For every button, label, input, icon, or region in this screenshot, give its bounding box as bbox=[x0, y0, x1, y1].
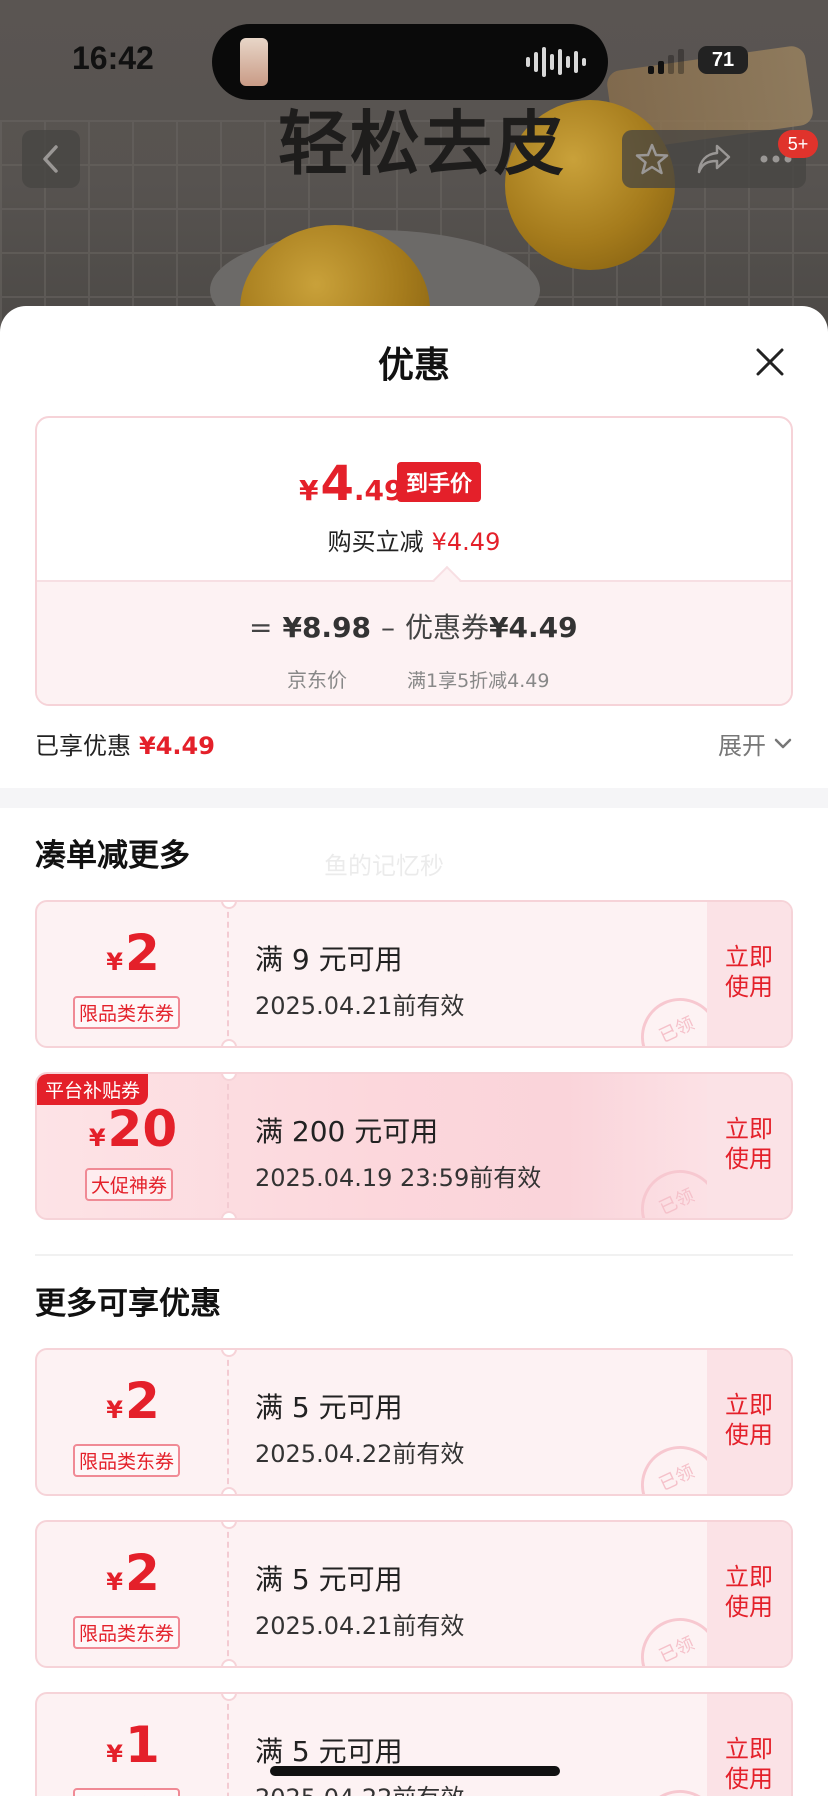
use-now-button[interactable]: 立即 使用 bbox=[707, 1390, 791, 1450]
audio-wave-icon bbox=[526, 46, 586, 78]
coupon-label: 优惠券 bbox=[405, 611, 490, 644]
back-button[interactable] bbox=[22, 130, 80, 188]
currency-symbol: ¥ bbox=[106, 1396, 123, 1424]
coupon-amount: ¥4.49 bbox=[489, 611, 578, 644]
price-summary: ¥4.49 到手价 购买立减 ¥4.49 bbox=[37, 418, 791, 580]
use-now-label: 使用 bbox=[725, 1593, 773, 1621]
chevron-down-icon bbox=[774, 738, 792, 748]
use-now-label: 使用 bbox=[725, 973, 773, 1001]
media-thumbnail bbox=[240, 38, 268, 86]
coupon-condition: 满 5 元可用 bbox=[255, 1735, 403, 1768]
coupon-card[interactable]: ¥2 限品类东券 满 5 元可用 2025.04.22前有效 已领 立即 使用 bbox=[35, 1348, 793, 1496]
chevron-left-icon bbox=[43, 145, 58, 173]
star-icon[interactable] bbox=[634, 141, 670, 177]
enjoyed-discount: 已享优惠 ¥4.49 bbox=[35, 726, 215, 761]
coupon-condition: 满 5 元可用 bbox=[255, 1391, 403, 1424]
instant-discount-amount: ¥4.49 bbox=[431, 528, 501, 556]
coupon-value: 2 bbox=[124, 924, 160, 982]
coupon-amount: ¥2 bbox=[37, 924, 229, 982]
coupon-validity: 2025.04.22前有效 bbox=[255, 1440, 465, 1468]
coupon-amount: ¥20 bbox=[37, 1100, 229, 1158]
expand-label: 展开 bbox=[718, 732, 766, 760]
section-separator bbox=[35, 1254, 793, 1256]
coupon-condition: 满 5 元可用 bbox=[255, 1563, 403, 1596]
coupon-card[interactable]: 平台补贴券 ¥20 大促神券 满 200 元可用 2025.04.19 23:5… bbox=[35, 1072, 793, 1220]
enjoyed-amount: ¥4.49 bbox=[139, 732, 215, 760]
section-title-more: 更多可享优惠 bbox=[35, 1286, 221, 1322]
status-time: 16:42 bbox=[72, 40, 154, 76]
close-button[interactable] bbox=[748, 340, 792, 384]
use-now-button[interactable]: 立即 使用 bbox=[707, 942, 791, 1002]
coupon-value: 2 bbox=[124, 1372, 160, 1430]
discount-sheet: 优惠 ¥4.49 到手价 购买立减 ¥4.49 = ¥8.98 – 优惠券 ¥4.4… bbox=[0, 306, 828, 1796]
coupon-validity: 2025.04.21前有效 bbox=[255, 992, 465, 1020]
coupon-validity: 2025.04.22前有效 bbox=[255, 1778, 464, 1796]
home-indicator[interactable] bbox=[270, 1766, 560, 1776]
close-icon bbox=[756, 348, 784, 376]
cellular-signal-icon bbox=[648, 48, 684, 74]
final-price: ¥4.49 bbox=[299, 456, 404, 512]
battery-indicator: 71 bbox=[698, 46, 748, 74]
currency-symbol: ¥ bbox=[106, 1568, 123, 1596]
use-now-button[interactable]: 立即 使用 bbox=[707, 1562, 791, 1622]
instant-discount-row: 购买立减 ¥4.49 bbox=[37, 522, 791, 557]
coupon-validity: 2025.04.21前有效 bbox=[255, 1612, 465, 1640]
coupon-card[interactable]: ¥2 限品类东券 满 9 元可用 2025.04.21前有效 已领 立即 使用 bbox=[35, 900, 793, 1048]
coupon-type: 大促神券 bbox=[85, 1168, 174, 1201]
coupon-condition: 满 9 元可用 bbox=[255, 943, 403, 976]
final-price-tag: 到手价 bbox=[397, 462, 482, 502]
section-divider bbox=[0, 788, 828, 808]
ticket-notch bbox=[221, 1659, 237, 1666]
jd-price-label: 京东价 bbox=[287, 668, 347, 692]
coupon-type: 限品类东券 bbox=[73, 996, 181, 1029]
coupon-amount: ¥1 bbox=[37, 1716, 229, 1774]
coupon-value: 20 bbox=[107, 1100, 178, 1158]
coupon-card[interactable]: ¥1 限品类东券 满 5 元可用 2025.04.22前有效 已领 立即使用 bbox=[35, 1692, 793, 1796]
coupon-type: 限品类东券 bbox=[73, 1616, 181, 1649]
use-now-label: 使用 bbox=[725, 1145, 773, 1173]
use-now-label: 立即 bbox=[725, 943, 773, 971]
section-title-combine: 凑单减更多 bbox=[35, 838, 190, 874]
equals-sign: = bbox=[249, 611, 273, 644]
enjoyed-label: 已享优惠 bbox=[35, 732, 131, 760]
use-now-button[interactable]: 立即 使用 bbox=[707, 1114, 791, 1174]
use-now-label: 立即 bbox=[725, 1563, 773, 1591]
minus-sign: – bbox=[381, 611, 396, 644]
jd-price: ¥8.98 bbox=[282, 611, 372, 644]
product-image-caption: 轻松去皮 bbox=[278, 103, 566, 185]
coupon-card[interactable]: ¥2 限品类东券 满 5 元可用 2025.04.21前有效 已领 立即 使用 bbox=[35, 1520, 793, 1668]
coupon-value: 1 bbox=[124, 1716, 160, 1774]
dynamic-island[interactable] bbox=[212, 24, 608, 100]
coupon-amount: ¥2 bbox=[37, 1372, 229, 1430]
price-equation: = ¥8.98 – 优惠券 ¥4.49 bbox=[249, 606, 578, 646]
use-now-label: 立即 bbox=[725, 1391, 773, 1419]
currency-symbol: ¥ bbox=[299, 474, 319, 507]
currency-symbol: ¥ bbox=[88, 1124, 106, 1152]
ticket-notch bbox=[221, 1487, 237, 1494]
watermark: 鱼的记忆秒 bbox=[324, 852, 444, 880]
price-integer: 4 bbox=[320, 456, 354, 512]
use-now-label: 立即 bbox=[725, 1115, 773, 1143]
instant-discount-label: 购买立减 bbox=[327, 528, 424, 556]
share-icon[interactable] bbox=[695, 142, 733, 176]
sheet-title: 优惠 bbox=[377, 345, 450, 386]
currency-symbol: ¥ bbox=[106, 1740, 123, 1768]
expand-button[interactable]: 展开 bbox=[718, 726, 792, 761]
coupon-amount: ¥2 bbox=[37, 1544, 229, 1602]
coupon-validity: 2025.04.19 23:59前有效 bbox=[255, 1164, 542, 1192]
ticket-notch bbox=[221, 1211, 237, 1218]
notification-badge: 5+ bbox=[778, 130, 818, 158]
ticket-notch bbox=[221, 1039, 237, 1046]
use-now-label: 使用 bbox=[725, 1765, 773, 1793]
currency-symbol: ¥ bbox=[106, 948, 123, 976]
coupon-value: 2 bbox=[124, 1544, 160, 1602]
price-breakdown-card: ¥4.49 到手价 购买立减 ¥4.49 = ¥8.98 – 优惠券 ¥4.49 京… bbox=[35, 416, 793, 706]
coupon-rule: 满1享5折减4.49 bbox=[407, 670, 550, 692]
coupon-condition: 满 200 元可用 bbox=[255, 1115, 439, 1148]
use-now-label: 使用 bbox=[725, 1421, 773, 1449]
use-now-button[interactable]: 立即 使用 bbox=[707, 1734, 791, 1794]
use-now-label: 立即 bbox=[725, 1735, 773, 1763]
coupon-type: 限品类东券 bbox=[73, 1444, 181, 1477]
coupon-type: 限品类东券 bbox=[73, 1788, 181, 1796]
